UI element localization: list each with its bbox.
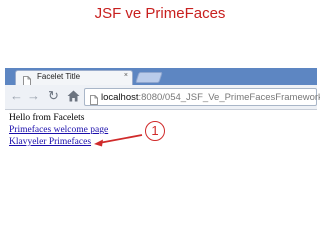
annotation-arrow [94, 134, 143, 147]
annotation-marker: 1 [145, 121, 165, 141]
